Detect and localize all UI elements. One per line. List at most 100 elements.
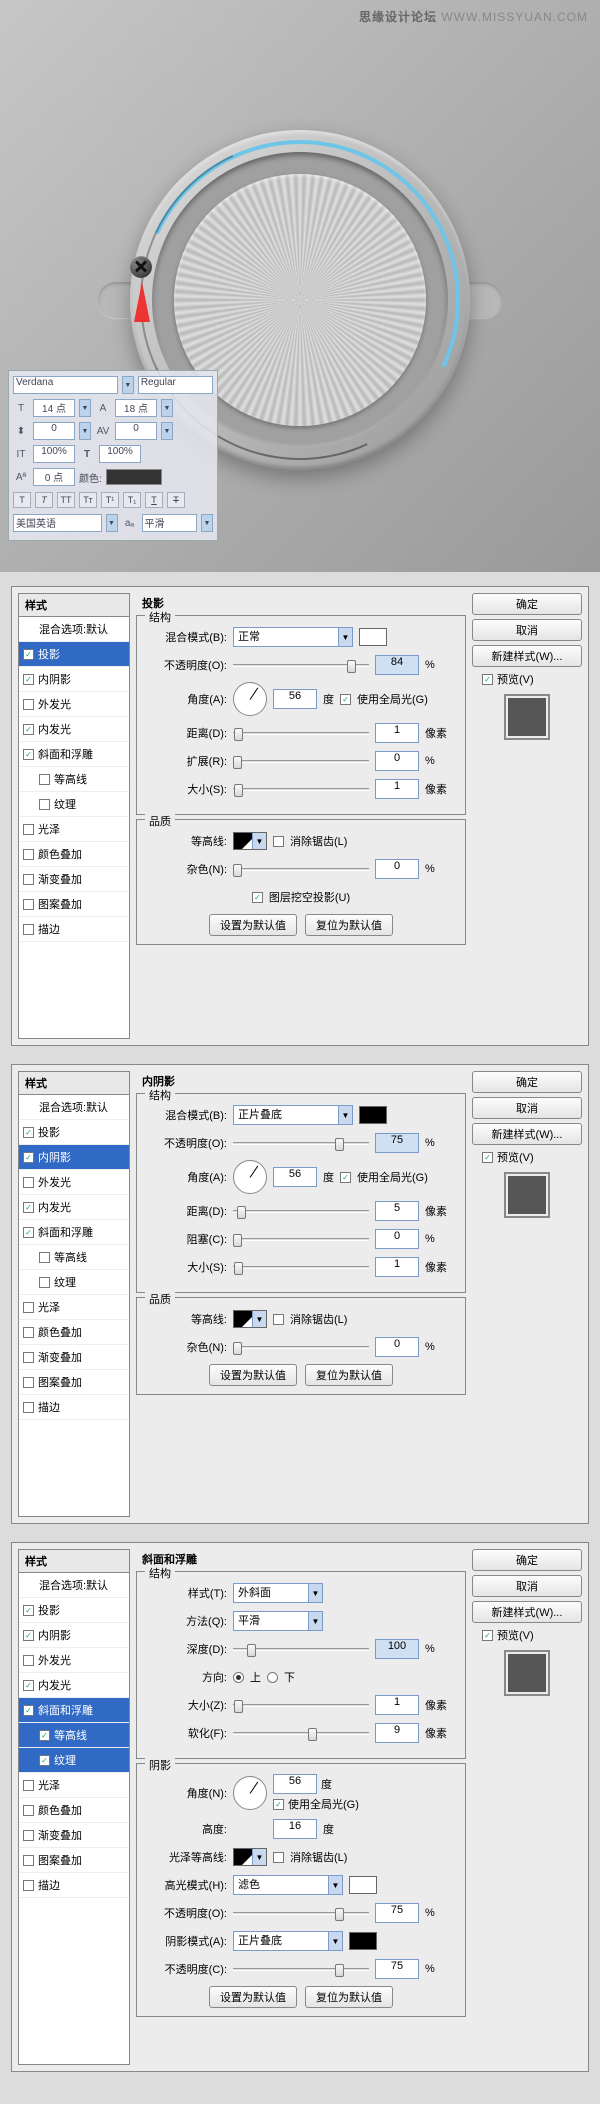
checkbox-icon[interactable] bbox=[23, 874, 34, 885]
cancel-button[interactable]: 取消 bbox=[472, 1575, 582, 1597]
style-item-stroke[interactable]: 描边 bbox=[19, 1873, 129, 1898]
font-style-select[interactable]: Regular bbox=[138, 376, 213, 394]
chevron-down-icon[interactable]: ▼ bbox=[122, 376, 134, 394]
shadow-opacity-input[interactable]: 75 bbox=[375, 1959, 419, 1979]
spread-input[interactable]: 0 bbox=[375, 751, 419, 771]
opacity-slider[interactable] bbox=[233, 664, 369, 667]
style-item-texture[interactable]: 纹理 bbox=[19, 792, 129, 817]
shadow-color-swatch[interactable] bbox=[359, 628, 387, 646]
chevron-down-icon[interactable]: ▼ bbox=[328, 1932, 342, 1950]
shadow-color-swatch[interactable] bbox=[359, 1106, 387, 1124]
ok-button[interactable]: 确定 bbox=[472, 1549, 582, 1571]
global-light-checkbox[interactable]: ✓ bbox=[340, 694, 351, 705]
direction-down-radio[interactable] bbox=[267, 1672, 278, 1683]
style-item-gradient-overlay[interactable]: 渐变叠加 bbox=[19, 1823, 129, 1848]
chevron-down-icon[interactable]: ▼ bbox=[338, 628, 352, 646]
style-item-pattern-overlay[interactable]: 图案叠加 bbox=[19, 1370, 129, 1395]
highlight-opacity-input[interactable]: 75 bbox=[375, 1903, 419, 1923]
contour-picker[interactable]: ▼ bbox=[233, 832, 267, 850]
blending-options-item[interactable]: 混合选项:默认 bbox=[19, 1095, 129, 1120]
size-slider[interactable] bbox=[233, 1266, 369, 1269]
checkbox-icon[interactable] bbox=[23, 1177, 34, 1188]
checkbox-icon[interactable]: ✓ bbox=[23, 749, 34, 760]
opacity-slider[interactable] bbox=[233, 1142, 369, 1145]
checkbox-icon[interactable] bbox=[23, 1377, 34, 1388]
style-item-bevel[interactable]: ✓斜面和浮雕 bbox=[19, 742, 129, 767]
checkbox-icon[interactable] bbox=[39, 799, 50, 810]
highlight-mode-select[interactable]: 滤色▼ bbox=[233, 1875, 343, 1895]
checkbox-icon[interactable]: ✓ bbox=[39, 1755, 50, 1766]
size-input[interactable]: 1 bbox=[375, 779, 419, 799]
chevron-down-icon[interactable]: ▼ bbox=[308, 1612, 322, 1630]
cancel-button[interactable]: 取消 bbox=[472, 619, 582, 641]
technique-select[interactable]: 平滑▼ bbox=[233, 1611, 323, 1631]
new-style-button[interactable]: 新建样式(W)... bbox=[472, 645, 582, 667]
style-item-bevel[interactable]: ✓斜面和浮雕 bbox=[19, 1698, 129, 1723]
vscale2-input[interactable]: 100% bbox=[99, 445, 141, 463]
checkbox-icon[interactable] bbox=[39, 1277, 50, 1288]
checkbox-icon[interactable] bbox=[23, 1855, 34, 1866]
checkbox-icon[interactable] bbox=[23, 849, 34, 860]
make-default-button[interactable]: 设置为默认值 bbox=[209, 1364, 297, 1386]
style-item-inner-glow[interactable]: ✓内发光 bbox=[19, 1195, 129, 1220]
new-style-button[interactable]: 新建样式(W)... bbox=[472, 1123, 582, 1145]
style-item-stroke[interactable]: 描边 bbox=[19, 917, 129, 942]
style-item-contour[interactable]: 等高线 bbox=[19, 767, 129, 792]
chevron-down-icon[interactable]: ▼ bbox=[308, 1584, 322, 1602]
chevron-down-icon[interactable]: ▼ bbox=[328, 1876, 342, 1894]
checkbox-icon[interactable]: ✓ bbox=[39, 1730, 50, 1741]
style-item-satin[interactable]: 光泽 bbox=[19, 1295, 129, 1320]
chevron-down-icon[interactable]: ▼ bbox=[79, 399, 91, 417]
style-item-inner-glow[interactable]: ✓内发光 bbox=[19, 1673, 129, 1698]
antialias-checkbox[interactable] bbox=[273, 836, 284, 847]
superscript-button[interactable]: T¹ bbox=[101, 492, 119, 508]
soften-input[interactable]: 9 bbox=[375, 1723, 419, 1743]
style-item-color-overlay[interactable]: 颜色叠加 bbox=[19, 842, 129, 867]
font-size-input[interactable]: 14 点 bbox=[33, 399, 75, 417]
blend-mode-select[interactable]: 正常▼ bbox=[233, 627, 353, 647]
antialias-checkbox[interactable] bbox=[273, 1314, 284, 1325]
chevron-down-icon[interactable]: ▼ bbox=[201, 514, 213, 532]
reset-default-button[interactable]: 复位为默认值 bbox=[305, 1364, 393, 1386]
checkbox-icon[interactable] bbox=[23, 1352, 34, 1363]
style-item-inner-shadow[interactable]: ✓内阴影 bbox=[19, 667, 129, 692]
highlight-opacity-slider[interactable] bbox=[233, 1912, 369, 1915]
checkbox-icon[interactable] bbox=[23, 1805, 34, 1816]
shadow-mode-select[interactable]: 正片叠底▼ bbox=[233, 1931, 343, 1951]
style-item-contour[interactable]: 等高线 bbox=[19, 1245, 129, 1270]
angle-input[interactable]: 56 bbox=[273, 1774, 317, 1794]
language-select[interactable]: 美国英语 bbox=[13, 514, 102, 532]
make-default-button[interactable]: 设置为默认值 bbox=[209, 1986, 297, 2008]
style-item-drop-shadow[interactable]: ✓投影 bbox=[19, 1120, 129, 1145]
chevron-down-icon[interactable]: ▼ bbox=[106, 514, 118, 532]
style-item-color-overlay[interactable]: 颜色叠加 bbox=[19, 1320, 129, 1345]
checkbox-icon[interactable] bbox=[23, 1880, 34, 1891]
style-item-outer-glow[interactable]: 外发光 bbox=[19, 1170, 129, 1195]
chevron-down-icon[interactable]: ▼ bbox=[252, 833, 266, 849]
smallcaps-button[interactable]: Tᴛ bbox=[79, 492, 97, 508]
checkbox-icon[interactable] bbox=[23, 1780, 34, 1791]
reset-default-button[interactable]: 复位为默认值 bbox=[305, 914, 393, 936]
checkbox-icon[interactable]: ✓ bbox=[23, 724, 34, 735]
highlight-color-swatch[interactable] bbox=[349, 1876, 377, 1894]
style-item-bevel[interactable]: ✓斜面和浮雕 bbox=[19, 1220, 129, 1245]
shadow-color-swatch[interactable] bbox=[349, 1932, 377, 1950]
checkbox-icon[interactable] bbox=[23, 1655, 34, 1666]
distance-slider[interactable] bbox=[233, 1210, 369, 1213]
style-item-color-overlay[interactable]: 颜色叠加 bbox=[19, 1798, 129, 1823]
angle-dial[interactable] bbox=[233, 682, 267, 716]
style-item-outer-glow[interactable]: 外发光 bbox=[19, 692, 129, 717]
noise-slider[interactable] bbox=[233, 868, 369, 871]
underline-button[interactable]: T bbox=[145, 492, 163, 508]
new-style-button[interactable]: 新建样式(W)... bbox=[472, 1601, 582, 1623]
checkbox-icon[interactable] bbox=[39, 774, 50, 785]
angle-dial[interactable] bbox=[233, 1776, 267, 1810]
hscale-input[interactable]: 100% bbox=[33, 445, 75, 463]
style-item-satin[interactable]: 光泽 bbox=[19, 1773, 129, 1798]
bold-button[interactable]: T bbox=[13, 492, 31, 508]
text-color-swatch[interactable] bbox=[106, 469, 162, 485]
make-default-button[interactable]: 设置为默认值 bbox=[209, 914, 297, 936]
angle-input[interactable]: 56 bbox=[273, 689, 317, 709]
style-item-pattern-overlay[interactable]: 图案叠加 bbox=[19, 1848, 129, 1873]
preview-checkbox[interactable]: ✓ bbox=[482, 1630, 493, 1641]
